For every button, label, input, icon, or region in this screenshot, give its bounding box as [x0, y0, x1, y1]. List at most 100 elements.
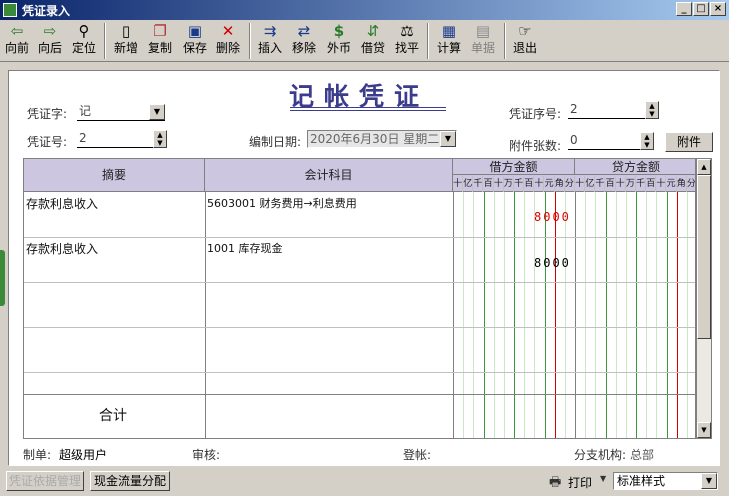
credit-digit-header: 千	[595, 176, 606, 192]
document-icon: ▤	[475, 22, 491, 40]
prev-button[interactable]: ⇦ 向前	[2, 20, 32, 62]
row2-credit-amount[interactable]: 8000	[534, 256, 571, 270]
maker-value: 超级用户	[59, 448, 108, 462]
credit-digit-header: 十	[656, 176, 667, 192]
chevron-down-icon[interactable]: ▼	[701, 473, 717, 489]
balance-button[interactable]: ⚖ 找平	[392, 20, 422, 62]
balance-scale-icon: ⚖	[400, 22, 414, 40]
calculator-icon: ▦	[441, 22, 457, 40]
credit-digit-header: 十	[616, 176, 626, 192]
cashflow-allocation-button[interactable]: 现金流量分配	[90, 471, 170, 491]
insert-button[interactable]: ⇉ 插入	[255, 20, 285, 62]
digit-column-line	[463, 192, 465, 438]
credit-digit-header: 亿	[585, 176, 596, 192]
debit-credit-button[interactable]: ⇵ 借贷	[358, 20, 388, 62]
digit-column-line	[564, 192, 566, 438]
toolbar-separator	[427, 23, 429, 59]
number-spinner[interactable]: ▲ ▼	[153, 130, 167, 148]
credit-digit-header: 千	[636, 176, 647, 192]
credit-digit-header: 万	[626, 176, 636, 192]
digit-column-line	[666, 192, 668, 438]
save-icon: ▣	[187, 22, 203, 40]
date-field[interactable]: 2020年6月30日 星期二	[307, 130, 457, 148]
printer-icon[interactable]: 🖶	[549, 473, 561, 495]
row2-summary[interactable]: 存款利息收入	[26, 240, 98, 257]
attachment-spinner[interactable]: ▲ ▼	[640, 132, 654, 150]
status-bar: 凭证依据管理 现金流量分配 🖶 打印 ▼ 标准样式 ▼	[0, 470, 729, 496]
digit-column-line	[575, 192, 576, 438]
header-account: 会计科目	[205, 159, 453, 192]
chevron-down-icon[interactable]: ▼	[149, 104, 165, 120]
next-button[interactable]: ⇨ 向后	[35, 20, 65, 62]
minimize-button[interactable]: _	[676, 2, 692, 16]
exit-hand-icon: ☞	[518, 22, 532, 40]
scroll-thumb[interactable]	[697, 175, 711, 339]
chevron-down-icon[interactable]: ▼	[600, 474, 606, 483]
digit-column-line	[554, 192, 556, 438]
row-divider	[24, 327, 695, 328]
calculate-button[interactable]: ▦ 计算	[434, 20, 464, 62]
title-underline	[290, 110, 446, 111]
digit-column-line	[615, 192, 617, 438]
foreign-currency-button[interactable]: $ 外币	[324, 20, 354, 62]
insert-row-icon: ⇉	[263, 22, 277, 40]
date-label: 编制日期:	[249, 135, 302, 149]
vertical-scrollbar[interactable]: ▲ ▼	[696, 158, 712, 439]
branch-value: 总部	[630, 448, 655, 462]
save-button[interactable]: ▣ 保存	[180, 20, 210, 62]
row1-summary[interactable]: 存款利息收入	[26, 195, 98, 212]
row2-account[interactable]: 1001 库存现金	[207, 240, 283, 256]
row1-account[interactable]: 5603001 财务费用→利息费用	[207, 195, 357, 211]
digit-column-line	[493, 192, 495, 438]
digit-column-line	[605, 192, 607, 438]
close-button[interactable]: ×	[710, 2, 726, 16]
credit-digit-header: 十	[575, 176, 586, 192]
currency-icon: $	[333, 22, 345, 40]
column-line	[453, 192, 454, 438]
window-title: 凭证录入	[22, 4, 71, 18]
copy-icon: ❐	[153, 22, 167, 40]
copy-button[interactable]: ❐ 复制	[145, 20, 175, 62]
remove-row-icon: ⇄	[297, 22, 311, 40]
debit-digit-header: 千	[514, 176, 525, 192]
total-divider	[24, 394, 695, 395]
voucher-reference-button[interactable]: 凭证依据管理	[6, 471, 84, 491]
scroll-up-icon[interactable]: ▲	[697, 159, 711, 175]
app-icon	[3, 3, 17, 17]
attachment-count-label: 附件张数:	[509, 139, 562, 153]
debit-digit-header: 万	[504, 176, 514, 192]
new-button[interactable]: ▯ 新增	[111, 20, 141, 62]
exit-button[interactable]: ☞ 退出	[510, 20, 540, 62]
credit-digit-header: 百	[646, 176, 657, 192]
digit-column-line	[524, 192, 526, 438]
chevron-down-icon[interactable]: ▼	[440, 131, 456, 147]
delete-icon: ✕	[221, 22, 235, 40]
digit-column-line	[483, 192, 485, 438]
digit-column-line	[585, 192, 587, 438]
header-credit: 贷方金额	[575, 159, 695, 175]
print-label[interactable]: 打印	[568, 474, 592, 491]
debit-digit-header: 角	[555, 176, 565, 192]
title-underline	[290, 107, 446, 108]
row1-debit-amount[interactable]: 8000	[534, 210, 571, 224]
side-handle[interactable]	[0, 250, 5, 306]
arrow-right-icon: ⇨	[43, 22, 57, 40]
debit-digit-header: 十	[494, 176, 504, 192]
credit-digit-header: 元	[667, 176, 677, 192]
remove-button[interactable]: ⇄ 移除	[289, 20, 319, 62]
digit-column-line	[503, 192, 505, 438]
debit-digit-header: 十	[453, 176, 464, 192]
locate-button[interactable]: ⚲ 定位	[69, 20, 99, 62]
seq-spinner[interactable]: ▲ ▼	[645, 101, 659, 119]
digit-column-line	[595, 192, 597, 438]
scroll-down-icon[interactable]: ▼	[697, 422, 711, 438]
digit-column-line	[514, 192, 515, 438]
attachment-button[interactable]: 附件	[665, 132, 713, 152]
debit-digit-header: 千	[473, 176, 484, 192]
delete-button[interactable]: ✕ 删除	[213, 20, 243, 62]
document-button[interactable]: ▤ 单据	[468, 20, 498, 62]
debit-digit-header: 分	[565, 176, 575, 192]
voucher-grid: 摘要 会计科目 借方金额 贷方金额 十亿千百十万千百十元角分十亿千百十万千百十元…	[23, 158, 696, 439]
maximize-button[interactable]: □	[693, 2, 709, 16]
debit-digit-header: 元	[545, 176, 555, 192]
